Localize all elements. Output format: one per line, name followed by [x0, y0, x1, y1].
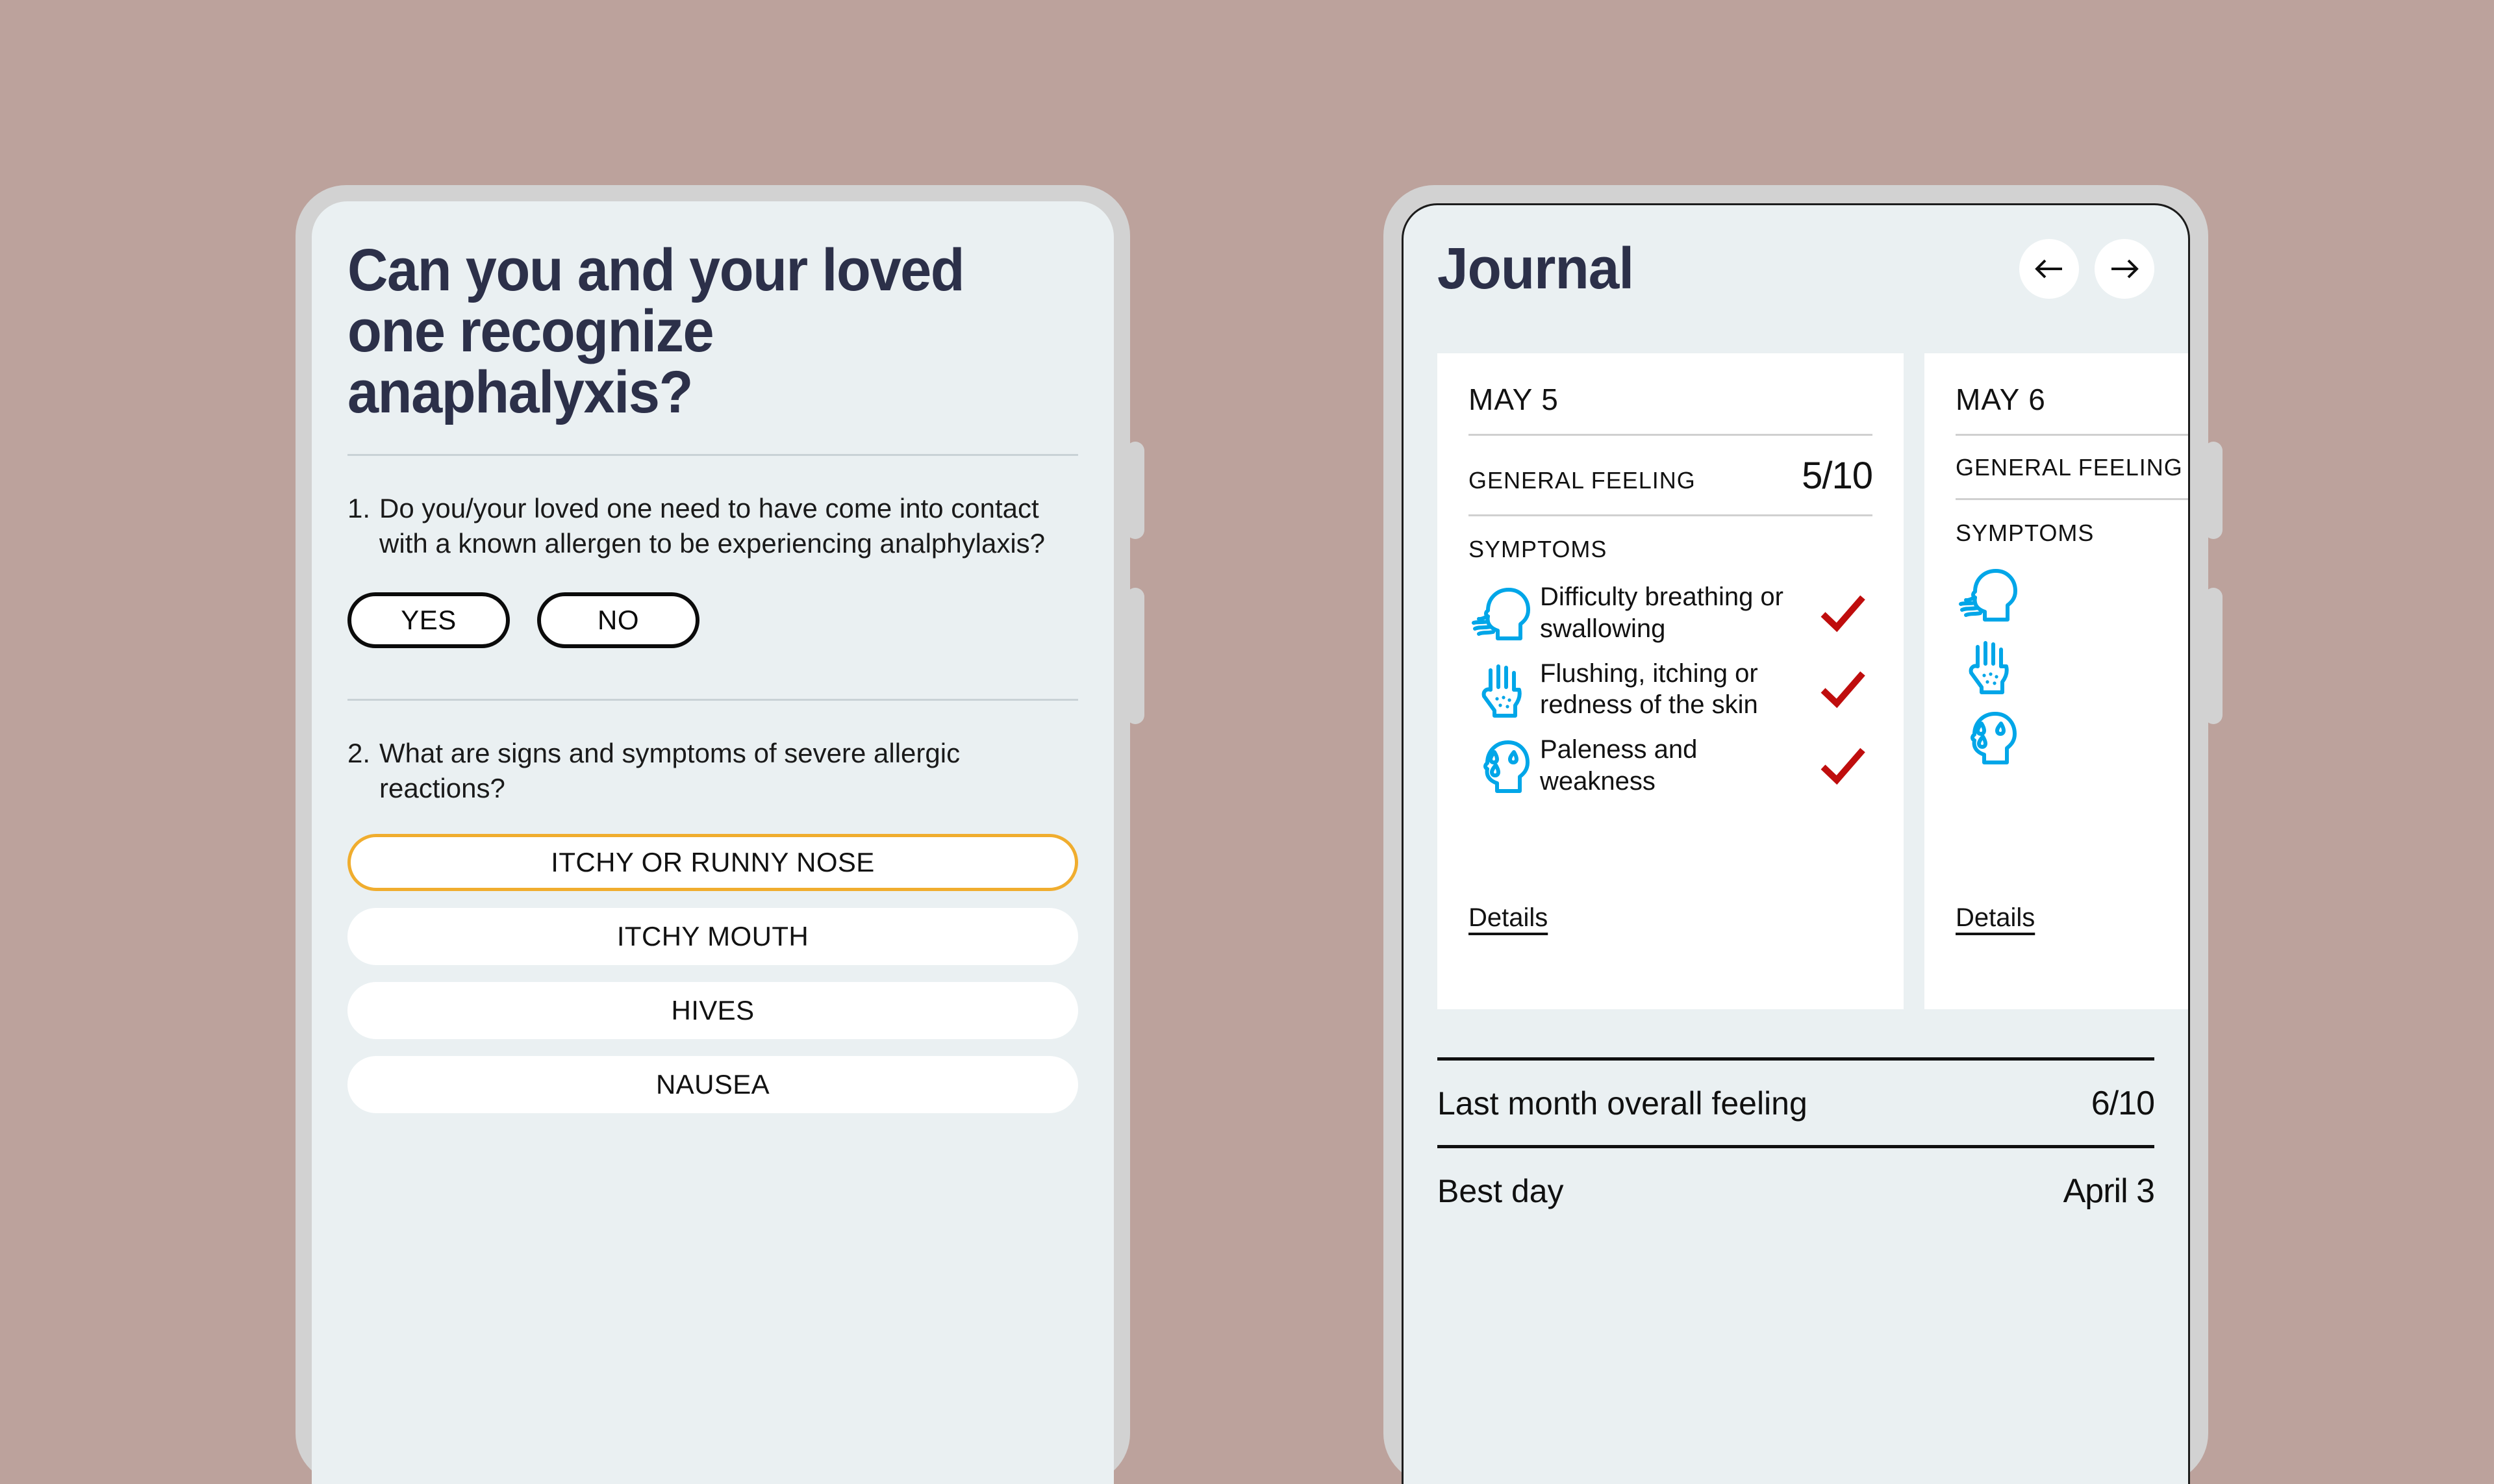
summary-value: April 3	[2063, 1172, 2155, 1210]
question-1-text-row: 1. Do you/your loved one need to have co…	[347, 491, 1078, 561]
summary-row-best-day: Best day April 3	[1437, 1148, 2155, 1233]
question-2-text: What are signs and symptoms of severe al…	[379, 737, 961, 803]
details-link[interactable]: Details	[1468, 903, 1548, 933]
symptom-check-icon	[1814, 594, 1872, 633]
summary-value: 6/10	[2091, 1085, 2155, 1122]
itchy-hand-icon	[1468, 660, 1540, 718]
journal-card[interactable]: MAY 5 GENERAL FEELING 5/10 SYMPTOMS Diff…	[1437, 353, 1904, 1009]
general-feeling-value: 5/10	[1802, 455, 1873, 497]
question-1-answers: YES NO	[347, 592, 1078, 648]
option-chip-itchy-mouth[interactable]: ITCHY MOUTH	[347, 908, 1078, 966]
symptom-list: Difficulty breathing or swallowing Flush…	[1468, 581, 1872, 798]
symptom-list	[1956, 565, 2188, 766]
journal-container: Journal MAY 5 GENERAL FEELING 5/10 SYMPT…	[1404, 205, 2188, 1484]
journal-header: Journal	[1404, 205, 2188, 299]
general-feeling-row: GENERAL FEELING 5/10	[1468, 436, 1873, 514]
phone-side-button-lower-left-device[interactable]	[1126, 588, 1144, 724]
breathing-head-icon	[1468, 584, 1540, 642]
journal-screen: Journal MAY 5 GENERAL FEELING 5/10 SYMPT…	[1402, 203, 2190, 1484]
phone-left: Can you and your loved one recognize ana…	[296, 185, 1144, 1484]
general-feeling-label: GENERAL FEELING	[1956, 454, 2183, 481]
question-2-text-row: 2. What are signs and symptoms of severe…	[347, 736, 1078, 806]
question-1-text: Do you/your loved one need to have come …	[379, 493, 1046, 559]
journal-card-list: MAY 5 GENERAL FEELING 5/10 SYMPTOMS Diff…	[1437, 353, 2188, 1009]
quiz-container: Can you and your loved one recognize ana…	[312, 201, 1114, 1114]
option-chip-hives[interactable]: HIVES	[347, 982, 1078, 1040]
question-1-number: 1.	[347, 493, 371, 524]
journal-title: Journal	[1437, 236, 1634, 301]
symptom-row: Paleness and weakness	[1468, 734, 1872, 798]
phone-right: Journal MAY 5 GENERAL FEELING 5/10 SYMPT…	[1383, 185, 2223, 1484]
breathing-head-icon	[1956, 565, 2027, 623]
symptom-check-icon	[1814, 746, 1872, 785]
symptom-row: Difficulty breathing or swallowing	[1468, 581, 1872, 645]
question-2-block: 2. What are signs and symptoms of severe…	[347, 701, 1078, 1114]
question-2-options: ITCHY OR RUNNY NOSE ITCHY MOUTH HIVES NA…	[347, 834, 1078, 1114]
general-feeling-label: GENERAL FEELING	[1468, 467, 1696, 494]
journal-card[interactable]: MAY 6 GENERAL FEELING SYMPTOMS Details	[1924, 353, 2188, 1009]
symptom-row	[1956, 708, 2188, 766]
symptom-row: Flushing, itching or redness of the skin	[1468, 658, 1872, 722]
option-chip-nausea[interactable]: NAUSEA	[347, 1056, 1078, 1114]
symptom-row	[1956, 565, 2188, 623]
answer-no-button[interactable]: NO	[537, 592, 699, 648]
general-feeling-row: GENERAL FEELING	[1956, 436, 2188, 498]
summary-row-last-month: Last month overall feeling 6/10	[1437, 1061, 2155, 1145]
symptoms-label: SYMPTOMS	[1956, 520, 2095, 546]
symptom-label: Difficulty breathing or swallowing	[1540, 583, 1783, 643]
journal-card-date: MAY 5	[1468, 383, 1559, 416]
journal-card-date: MAY 6	[1956, 383, 2046, 416]
summary-label: Last month overall feeling	[1437, 1085, 1808, 1122]
page-title: Can you and your loved one recognize ana…	[347, 237, 965, 425]
symptom-check-icon	[1814, 670, 1872, 709]
summary-label: Best day	[1437, 1173, 1564, 1209]
phone-side-button-upper-left-device[interactable]	[1126, 442, 1144, 539]
quiz-screen: Can you and your loved one recognize ana…	[312, 201, 1114, 1484]
answer-yes-button[interactable]: YES	[347, 592, 510, 648]
details-link[interactable]: Details	[1956, 903, 2035, 933]
journal-summary: Last month overall feeling 6/10 Best day…	[1437, 1057, 2155, 1233]
symptom-label: Paleness and weakness	[1540, 735, 1698, 796]
next-card-button[interactable]	[2095, 239, 2154, 299]
arrow-right-icon	[2106, 251, 2143, 287]
question-2-number: 2.	[347, 737, 371, 768]
question-1-block: 1. Do you/your loved one need to have co…	[347, 456, 1078, 648]
journal-nav	[2019, 239, 2154, 299]
option-chip-itchy-or-runny-nose[interactable]: ITCHY OR RUNNY NOSE	[347, 834, 1078, 892]
arrow-left-icon	[2031, 251, 2067, 287]
itchy-hand-icon	[1956, 636, 2027, 695]
sweating-head-icon	[1468, 736, 1540, 795]
prev-card-button[interactable]	[2019, 239, 2079, 299]
phone-side-button-upper-right-device[interactable]	[2204, 442, 2223, 539]
sweating-head-icon	[1956, 708, 2027, 766]
symptom-row	[1956, 636, 2188, 695]
phone-side-button-lower-right-device[interactable]	[2204, 588, 2223, 724]
symptom-label: Flushing, itching or redness of the skin	[1540, 659, 1758, 720]
symptoms-label: SYMPTOMS	[1468, 536, 1607, 562]
